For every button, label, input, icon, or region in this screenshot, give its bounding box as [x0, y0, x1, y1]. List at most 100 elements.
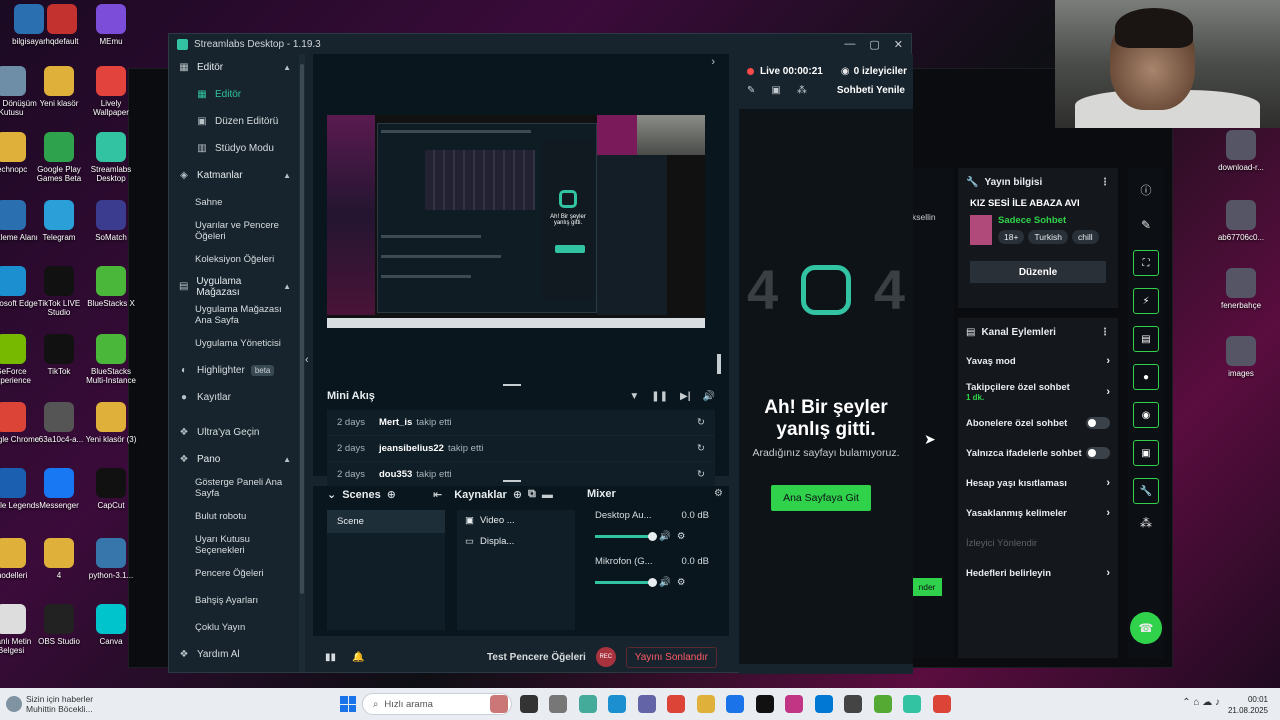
chrome-icon[interactable] [667, 695, 685, 713]
outlook-icon[interactable] [814, 695, 833, 713]
close-icon[interactable]: ✕ [894, 38, 903, 51]
desktop-icon[interactable]: Telegram [30, 200, 88, 242]
gear-icon[interactable]: ⚙ [677, 577, 686, 588]
toggle-switch[interactable] [1086, 417, 1110, 429]
widget-icon[interactable] [490, 695, 508, 713]
desktop-icon[interactable]: 4 [30, 538, 88, 580]
mixer-settings-icon[interactable]: ⚙ [714, 488, 723, 499]
group-icon[interactable]: ⧉ [528, 488, 536, 501]
replay-icon[interactable]: ↻ [697, 443, 705, 454]
share-icon[interactable]: ⁂ [1128, 516, 1164, 530]
copilot-icon[interactable] [578, 695, 597, 713]
task-view-icon[interactable] [519, 695, 538, 713]
desktop-icon[interactable]: BlueStacks Multi-Instance [82, 334, 140, 385]
minecraft-icon[interactable] [873, 695, 892, 713]
desktop-icon[interactable]: SoMatch [82, 200, 140, 242]
replay-icon[interactable]: ↻ [697, 469, 705, 480]
sidebar-item-alerts[interactable]: Uyarılar ve Pencere Öğeleri [169, 216, 299, 246]
feed-user[interactable]: jeansibelius22 [379, 443, 444, 454]
desktop-icon[interactable]: CapCut [82, 468, 140, 510]
end-stream-button[interactable]: Yayını Sonlandır [625, 646, 717, 668]
streamlabs-icon[interactable] [903, 695, 921, 713]
desktop-icon[interactable]: MEmu [82, 4, 140, 46]
chat-icon[interactable]: ● [1133, 364, 1159, 390]
volume-slider[interactable] [595, 578, 657, 587]
sidebar-item-ultra[interactable]: ❖ Ultra'ya Geçin [169, 419, 299, 446]
sidebar-group-panel[interactable]: ❖ Pano ▲ [169, 446, 299, 473]
volume-slider[interactable] [595, 532, 657, 541]
desktop-icon[interactable]: BlueStacks X [82, 266, 140, 308]
desktop-icon[interactable]: Yeni klasör [30, 66, 88, 108]
channel-action-row[interactable]: Abonelere özel sohbet [958, 408, 1118, 438]
layout-icon[interactable]: ▣ [1133, 440, 1159, 466]
volume-icon[interactable]: 🔊 [659, 531, 671, 542]
sidebar-item-widgets[interactable]: Pencere Öğeleri [169, 560, 299, 587]
resize-handle[interactable] [503, 480, 521, 482]
resize-handle[interactable] [503, 384, 521, 386]
sidebar-group-editor[interactable]: ▦ Editör ▲ [169, 54, 299, 81]
lightning-icon[interactable]: ⚡ [1133, 288, 1159, 314]
feed-user[interactable]: Mert_is [379, 417, 412, 428]
chrome-icon[interactable] [932, 695, 951, 713]
news-widget[interactable]: Sizin için haberler Muhittin Böcekli... [26, 694, 93, 714]
camera-icon[interactable]: ▣ [771, 85, 780, 96]
folder-icon[interactable] [696, 695, 715, 713]
channel-action-row[interactable]: Yalnızca ifadelerle sohbet [958, 438, 1118, 468]
refresh-chat-button[interactable]: Sohbeti Yenile [837, 85, 905, 96]
sidebar-item-editor[interactable]: ▦ Editör [169, 81, 299, 108]
sidebar-item-multistream[interactable]: Çoklu Yayın [169, 614, 299, 641]
document-icon[interactable]: ▤ [1133, 326, 1159, 352]
desktop-icon[interactable]: ab67706c0... [1212, 200, 1270, 242]
sidebar-item-layout-editor[interactable]: ▣ Düzen Editörü [169, 108, 299, 135]
category-link[interactable]: Sadece Sohbet [998, 215, 1103, 226]
desktop-icon[interactable]: TikTok [30, 334, 88, 376]
tiktok-icon[interactable] [755, 695, 774, 713]
sidebar-item-app-manager[interactable]: Uygulama Yöneticisi [169, 330, 299, 357]
more-icon[interactable]: ⋮ [1100, 177, 1110, 188]
more-icon[interactable]: ⋮ [1100, 327, 1110, 338]
broadcast-icon[interactable]: ◉ [1133, 402, 1159, 428]
preview-scroll-handle[interactable] [717, 354, 721, 374]
sidebar-group-layers[interactable]: ◈ Katmanlar ▲ [169, 162, 299, 189]
desktop-icon[interactable]: Canva [82, 604, 140, 646]
add-scene-icon[interactable]: ⊕ [387, 488, 396, 501]
edit-button[interactable]: Düzenle [970, 261, 1106, 283]
sidebar-item-highlighter[interactable]: ◐ Highlighter beta [169, 357, 299, 384]
channel-action-row[interactable]: Yasaklanmış kelimeler › [958, 498, 1118, 528]
instagram-icon[interactable] [785, 695, 803, 713]
scene-item[interactable]: Scene [327, 510, 445, 533]
skip-icon[interactable]: ▶| [680, 391, 691, 402]
volume-icon[interactable]: 🔊 [703, 391, 715, 402]
strip-button[interactable]: nder [912, 578, 942, 596]
sidebar-item-dashboard-home[interactable]: Gösterge Paneli Ana Sayfa [169, 473, 299, 503]
gear-icon[interactable]: ⚙ [677, 531, 686, 542]
desktop-icon[interactable]: Lively Wallpaper [82, 66, 140, 117]
replay-icon[interactable]: ↻ [697, 417, 705, 428]
pencil-icon[interactable]: ✎ [747, 85, 755, 96]
add-source-icon[interactable]: ⊕ [513, 488, 522, 501]
desktop-icon[interactable]: TikTok LIVE Studio [30, 266, 88, 317]
test-widgets-button[interactable]: Test Pencere Öğeleri [487, 652, 586, 663]
sidebar-item-recordings[interactable]: ● Kayıtlar [169, 384, 299, 411]
sidebar-item-scene[interactable]: Sahne [169, 189, 299, 216]
sidebar-item-studio-mode[interactable]: ▥ Stüdyo Modu [169, 135, 299, 162]
sidebar-item-store-home[interactable]: Uygulama Mağazası Ana Sayfa [169, 300, 299, 330]
sidebar-item-tip-settings[interactable]: Bahşiş Ayarları [169, 587, 299, 614]
edge-icon[interactable] [608, 695, 626, 713]
tray-icons[interactable]: ⌃ ⌂ ☁ ♪ [1182, 697, 1220, 708]
sidebar-item-collection[interactable]: Koleksiyon Öğeleri [169, 246, 299, 273]
scan-icon[interactable]: ⛶ [1133, 250, 1159, 276]
minimize-icon[interactable]: — [844, 38, 855, 51]
file-explorer-icon[interactable] [549, 695, 567, 713]
filter-icon[interactable]: ▼ [629, 391, 639, 402]
share-icon[interactable]: ⁂ [797, 85, 807, 96]
channel-action-row[interactable]: Hedefleri belirleyin › [958, 558, 1118, 588]
game-icon[interactable] [844, 695, 862, 713]
sidebar-item-cloudbot[interactable]: Bulut robotu [169, 503, 299, 530]
desktop-icon[interactable]: OBS Studio [30, 604, 88, 646]
feed-user[interactable]: dou353 [379, 469, 412, 480]
chevron-right-icon[interactable]: › [711, 56, 715, 68]
chevron-left-icon[interactable]: ‹ [305, 354, 309, 366]
clock[interactable]: 00:01 21.08.2025 [1228, 694, 1268, 716]
toggle-switch[interactable] [1086, 447, 1110, 459]
